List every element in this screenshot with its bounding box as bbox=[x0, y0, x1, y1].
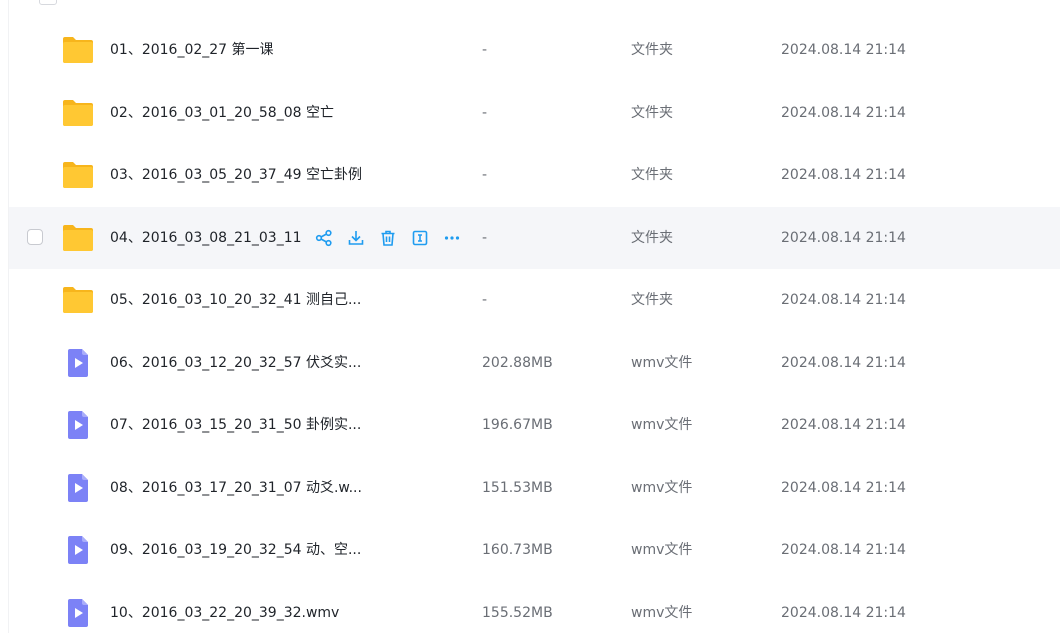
rename-icon[interactable] bbox=[408, 226, 432, 250]
file-name[interactable]: 01、2016_02_27 第一课 bbox=[110, 19, 274, 81]
delete-icon[interactable] bbox=[376, 226, 400, 250]
file-size: 196.67MB bbox=[482, 417, 553, 433]
file-type: 文件夹 bbox=[631, 292, 673, 308]
file-row[interactable]: 03、2016_03_05_20_37_49 空亡卦例 - 文件夹 2024.08.1… bbox=[9, 144, 1060, 206]
file-row[interactable]: 01、2016_02_27 第一课 - 文件夹 2024.08.14 21:14 bbox=[9, 19, 1060, 81]
file-modified-date: 2024.08.14 21:14 bbox=[781, 104, 906, 121]
file-size: - bbox=[482, 104, 488, 121]
file-size: - bbox=[482, 42, 488, 58]
row-checkbox[interactable] bbox=[27, 228, 43, 245]
file-size: 155.52MB bbox=[482, 604, 553, 621]
file-modified-date: 2024.08.14 21:14 bbox=[781, 604, 906, 621]
file-name[interactable]: 04、2016_03_08_21_03_11 bbox=[110, 207, 302, 269]
file-name[interactable]: 05、2016_03_10_20_32_41 测自己... bbox=[110, 269, 361, 331]
video-file-icon bbox=[62, 410, 94, 440]
video-file-icon bbox=[62, 348, 94, 378]
file-type: wmv文件 bbox=[631, 479, 693, 496]
file-row[interactable]: 10、2016_03_22_20_39_32.wmv 155.52MB wmv文件 2… bbox=[9, 582, 1060, 644]
file-size: 151.53MB bbox=[482, 479, 553, 496]
file-modified-date: 2024.08.14 21:14 bbox=[781, 292, 906, 308]
more-icon[interactable] bbox=[440, 226, 464, 250]
file-size: - bbox=[482, 167, 488, 183]
scrolled-checkbox-edge bbox=[39, 0, 57, 5]
file-name[interactable]: 08、2016_03_17_20_31_07 动爻.w... bbox=[110, 457, 362, 519]
file-row[interactable]: 06、2016_03_12_20_32_57 伏爻实... 202.88MB wmv… bbox=[9, 332, 1060, 394]
file-size: - bbox=[482, 229, 488, 246]
file-row[interactable]: 02、2016_03_01_20_58_08 空亡 - 文件夹 2024.08.14 … bbox=[9, 82, 1060, 144]
download-icon[interactable] bbox=[344, 226, 368, 250]
file-type: 文件夹 bbox=[631, 42, 673, 58]
file-size: 202.88MB bbox=[482, 354, 553, 371]
file-modified-date: 2024.08.14 21:14 bbox=[781, 229, 906, 246]
file-row[interactable]: 09、2016_03_19_20_32_54 动、空... 160.73MB wmv… bbox=[9, 519, 1060, 581]
video-file-icon bbox=[62, 473, 94, 503]
file-type: wmv文件 bbox=[631, 542, 693, 558]
file-list: 01、2016_02_27 第一课 - 文件夹 2024.08.14 21:14 02… bbox=[8, 0, 1060, 633]
file-modified-date: 2024.08.14 21:14 bbox=[781, 354, 906, 371]
file-modified-date: 2024.08.14 21:14 bbox=[781, 542, 906, 558]
file-row[interactable]: 07、2016_03_15_20_31_50 卦例实... 196.67MB wmv… bbox=[9, 394, 1060, 456]
file-size: - bbox=[482, 292, 488, 308]
file-type: wmv文件 bbox=[631, 604, 693, 621]
file-row[interactable]: 08、2016_03_17_20_31_07 动爻.w... 151.53MB wm… bbox=[9, 457, 1060, 519]
file-type: 文件夹 bbox=[631, 229, 673, 246]
file-modified-date: 2024.08.14 21:14 bbox=[781, 417, 906, 433]
file-name[interactable]: 03、2016_03_05_20_37_49 空亡卦例 bbox=[110, 144, 362, 206]
video-file-icon bbox=[62, 598, 94, 628]
file-type: 文件夹 bbox=[631, 167, 673, 183]
file-name[interactable]: 06、2016_03_12_20_32_57 伏爻实... bbox=[110, 332, 361, 394]
file-name[interactable]: 02、2016_03_01_20_58_08 空亡 bbox=[110, 82, 334, 144]
file-modified-date: 2024.08.14 21:14 bbox=[781, 479, 906, 496]
row-actions bbox=[312, 226, 464, 250]
file-modified-date: 2024.08.14 21:14 bbox=[781, 167, 906, 183]
file-name[interactable]: 10、2016_03_22_20_39_32.wmv bbox=[110, 582, 339, 644]
folder-icon bbox=[62, 160, 94, 190]
folder-icon bbox=[62, 223, 94, 253]
file-type: 文件夹 bbox=[631, 104, 673, 121]
video-file-icon bbox=[62, 535, 94, 565]
file-type: wmv文件 bbox=[631, 417, 693, 433]
file-name[interactable]: 07、2016_03_15_20_31_50 卦例实... bbox=[110, 394, 361, 456]
file-type: wmv文件 bbox=[631, 354, 693, 371]
share-icon[interactable] bbox=[312, 226, 336, 250]
file-row[interactable]: 05、2016_03_10_20_32_41 测自己... - 文件夹 2024.08… bbox=[9, 269, 1060, 331]
folder-icon bbox=[62, 35, 94, 65]
file-modified-date: 2024.08.14 21:14 bbox=[781, 42, 906, 58]
file-name[interactable]: 09、2016_03_19_20_32_54 动、空... bbox=[110, 519, 361, 581]
folder-icon bbox=[62, 285, 94, 315]
folder-icon bbox=[62, 98, 94, 128]
file-row[interactable]: 04、2016_03_08_21_03_11 - 文件夹 2024.08.14 21… bbox=[9, 206, 1060, 269]
file-size: 160.73MB bbox=[482, 542, 553, 558]
